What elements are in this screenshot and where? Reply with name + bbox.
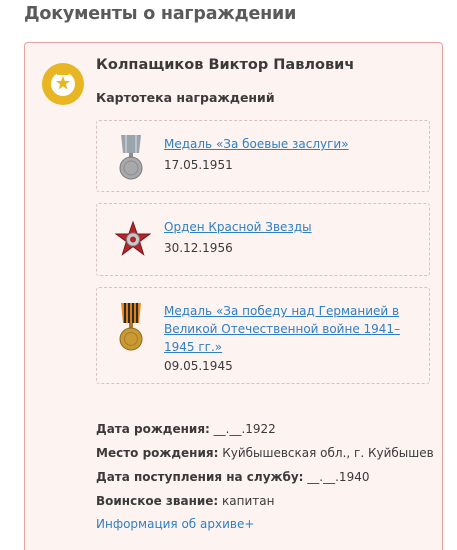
award-card: Колпащиков Виктор Павлович Картотека наг… — [24, 42, 443, 550]
award-item: Медаль «За победу над Германией в Велико… — [96, 287, 430, 384]
birth-date-label: Дата рождения: — [96, 422, 210, 436]
medal-combat-merit-icon — [119, 135, 143, 180]
medal-victory-germany-icon — [119, 303, 143, 351]
archive-info-link[interactable]: Информация об архиве+ — [96, 517, 254, 531]
person-name: Колпащиков Виктор Павлович — [96, 57, 355, 73]
birth-place-value: Куйбышевская обл., г. Куйбышев — [218, 446, 434, 460]
rank-label: Воинское звание: — [96, 494, 219, 508]
rank-row: Воинское звание: капитан — [96, 494, 274, 508]
award-item: Орден Красной Звезды 30.12.1956 — [96, 203, 430, 276]
page-heading: Документы о награждении — [24, 4, 297, 24]
section-title: Картотека награждений — [96, 90, 275, 105]
service-start-value: __.__.1940 — [303, 470, 370, 484]
rank-value: капитан — [218, 494, 275, 508]
service-start-row: Дата поступления на службу: __.__.1940 — [96, 470, 369, 484]
award-item: Медаль «За боевые заслуги» 17.05.1951 — [96, 120, 430, 192]
award-date: 17.05.1951 — [164, 158, 233, 172]
birth-date-row: Дата рождения: __.__.1922 — [96, 422, 276, 436]
award-link[interactable]: Медаль «За победу над Германией в Велико… — [164, 302, 414, 356]
award-date: 09.05.1945 — [164, 359, 233, 373]
award-badge-icon — [42, 63, 84, 105]
birth-place-row: Место рождения: Куйбышевская обл., г. Ку… — [96, 446, 434, 460]
award-date: 30.12.1956 — [164, 241, 233, 255]
birth-date-value: __.__.1922 — [209, 422, 276, 436]
award-link[interactable]: Медаль «За боевые заслуги» — [164, 135, 414, 153]
award-link[interactable]: Орден Красной Звезды — [164, 218, 414, 236]
service-start-label: Дата поступления на службу: — [96, 470, 304, 484]
birth-place-label: Место рождения: — [96, 446, 219, 460]
order-red-star-icon — [115, 221, 151, 256]
